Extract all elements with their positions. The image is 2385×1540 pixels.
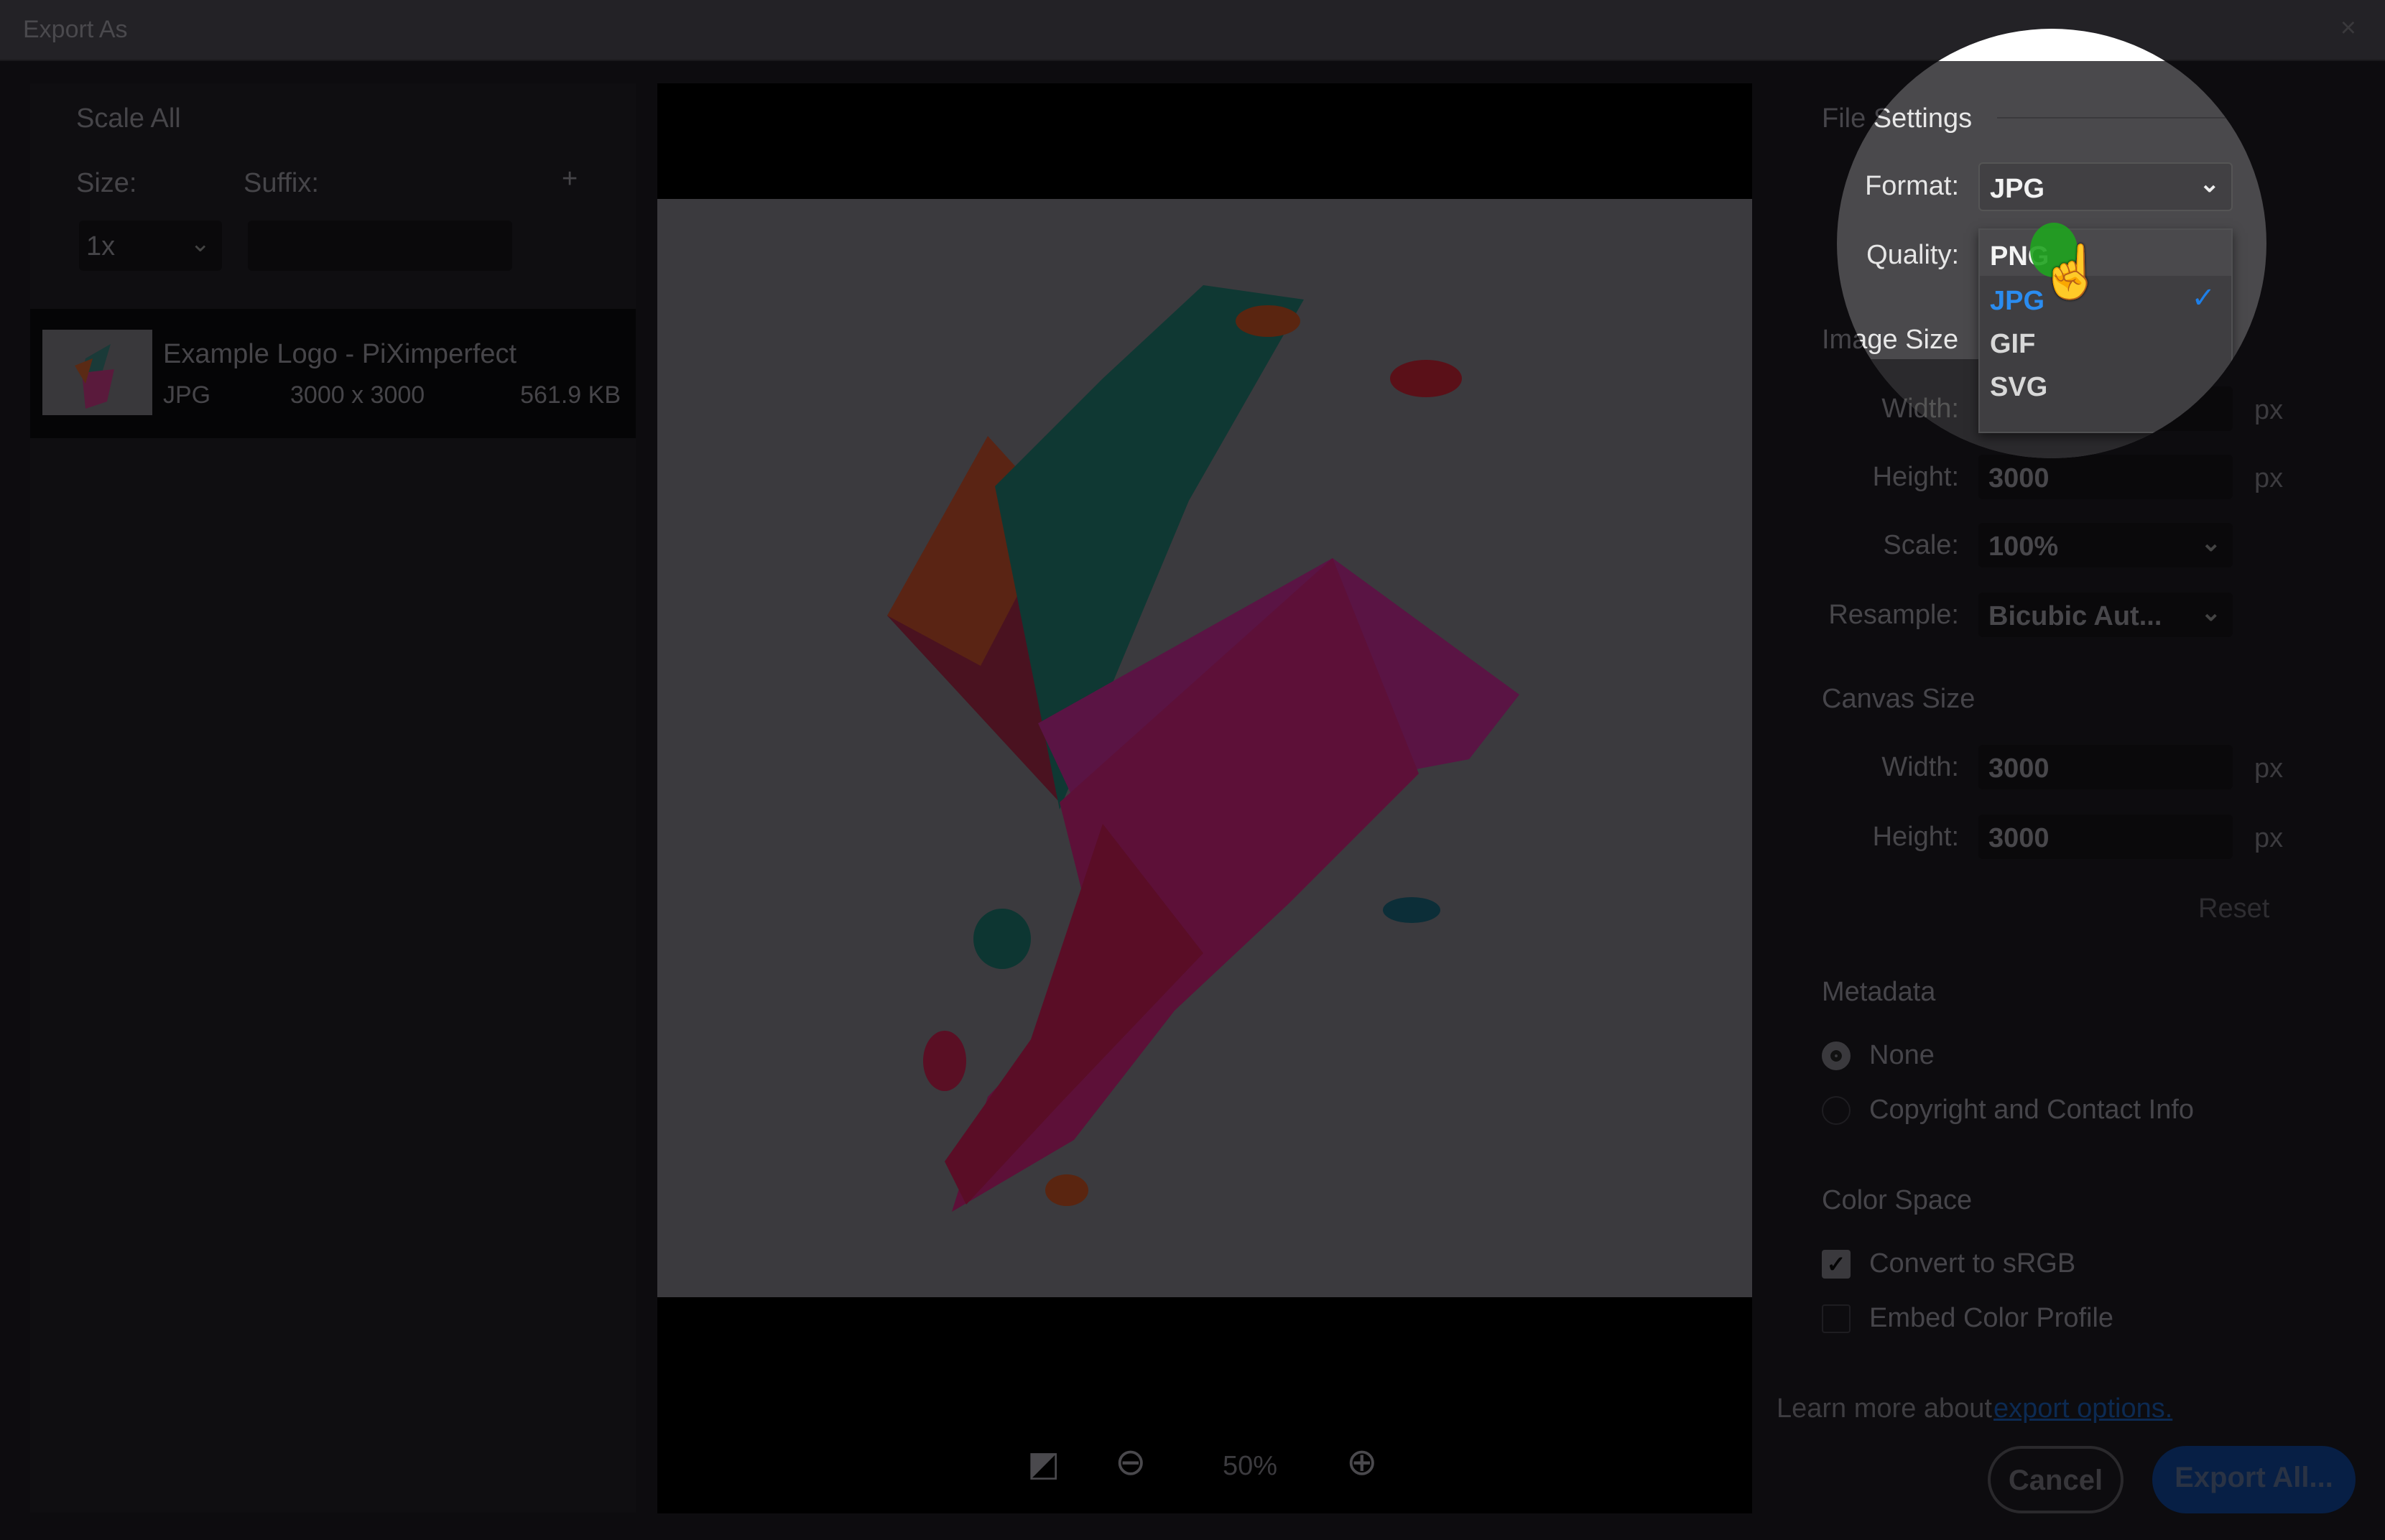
canvas-width-input[interactable]: 3000 bbox=[1978, 745, 2233, 789]
scale-label: Scale: bbox=[1883, 530, 1959, 560]
format-option-png[interactable]: PNG bbox=[1980, 230, 2231, 276]
metadata-none-label: None bbox=[1869, 1040, 1935, 1070]
format-label: Format: bbox=[1865, 171, 1959, 201]
size-label: Size: bbox=[76, 168, 137, 198]
chevron-down-icon: ⌄ bbox=[190, 230, 211, 257]
color-space-title: Color Space bbox=[1822, 1185, 1973, 1215]
image-height-input[interactable]: 3000 bbox=[1978, 455, 2233, 499]
file-dimensions: 3000 x 3000 bbox=[290, 381, 425, 409]
convert-srgb-label: Convert to sRGB bbox=[1869, 1248, 2076, 1279]
size-select[interactable]: 1x ⌄ bbox=[79, 221, 222, 271]
zoom-in-icon[interactable]: ⊕ bbox=[1346, 1441, 1378, 1484]
scale-all-title: Scale All bbox=[76, 103, 181, 134]
preview-image bbox=[657, 199, 1752, 1297]
image-height-label: Height: bbox=[1872, 462, 1959, 492]
export-options-link[interactable]: export options. bbox=[1993, 1393, 2172, 1424]
window-title: Export As bbox=[23, 16, 128, 43]
canvas-height-input[interactable]: 3000 bbox=[1978, 815, 2233, 859]
suffix-label: Suffix: bbox=[244, 168, 319, 198]
image-width-unit: px bbox=[2254, 395, 2284, 425]
file-thumbnail bbox=[42, 330, 152, 415]
add-scale-icon[interactable]: + bbox=[562, 164, 578, 195]
scale-value: 100% bbox=[1988, 532, 2059, 562]
reset-button[interactable]: Reset bbox=[2198, 894, 2269, 924]
hand-cursor-icon: ☝ bbox=[2039, 243, 2103, 301]
option-label: GIF bbox=[1990, 329, 2036, 359]
file-list-item[interactable]: Example Logo - PiXimperfect JPG 3000 x 3… bbox=[30, 309, 636, 438]
radio-none[interactable] bbox=[1822, 1042, 1851, 1070]
format-value: JPG bbox=[1990, 174, 2045, 204]
learn-more-text: Learn more about bbox=[1777, 1393, 1992, 1424]
image-height-unit: px bbox=[2254, 463, 2284, 493]
file-name: Example Logo - PiXimperfect bbox=[163, 339, 517, 369]
scale-select[interactable]: 100% ⌄ bbox=[1978, 523, 2233, 567]
zoom-out-icon[interactable]: ⊖ bbox=[1115, 1441, 1147, 1484]
canvas-width-label: Width: bbox=[1881, 752, 1959, 782]
format-option-svg[interactable]: SVG bbox=[1980, 363, 2231, 405]
canvas-width-unit: px bbox=[2254, 753, 2284, 784]
logo-artwork bbox=[887, 285, 1519, 1212]
chevron-down-icon: ⌄ bbox=[2200, 599, 2222, 626]
format-option-jpg[interactable]: JPG ✓ bbox=[1980, 277, 2231, 319]
format-select[interactable]: JPG ⌄ bbox=[1978, 162, 2233, 211]
size-value: 1x bbox=[86, 231, 116, 261]
format-option-gif[interactable]: GIF bbox=[1980, 320, 2231, 362]
checkmark-icon: ✓ bbox=[2191, 282, 2215, 314]
embed-profile-label: Embed Color Profile bbox=[1869, 1303, 2114, 1333]
close-icon[interactable]: × bbox=[2340, 13, 2356, 44]
chevron-down-icon: ⌄ bbox=[2200, 529, 2222, 557]
canvas-height-label: Height: bbox=[1872, 822, 1959, 852]
convert-srgb-checkbox[interactable]: ✓ bbox=[1822, 1250, 1851, 1279]
resample-select[interactable]: Bicubic Aut... ⌄ bbox=[1978, 593, 2233, 637]
export-all-button[interactable]: Export All... bbox=[2152, 1446, 2356, 1513]
metadata-title: Metadata bbox=[1822, 977, 1936, 1007]
option-label: SVG bbox=[1990, 372, 2048, 402]
file-format: JPG bbox=[163, 381, 211, 409]
metadata-copyright-label: Copyright and Contact Info bbox=[1869, 1095, 2195, 1125]
chevron-down-icon: ⌄ bbox=[2199, 170, 2220, 198]
radio-copyright[interactable] bbox=[1822, 1096, 1851, 1125]
zoom-level: 50% bbox=[1223, 1451, 1278, 1481]
quality-label: Quality: bbox=[1866, 240, 1959, 270]
cancel-button[interactable]: Cancel bbox=[1988, 1446, 2124, 1513]
scale-all-panel bbox=[30, 83, 636, 1513]
format-dropdown-menu: PNG JPG ✓ GIF SVG bbox=[1978, 228, 2233, 433]
file-size: 561.9 KB bbox=[520, 381, 621, 409]
suffix-input[interactable] bbox=[248, 221, 512, 271]
canvas-size-title: Canvas Size bbox=[1822, 684, 1976, 714]
embed-profile-checkbox[interactable] bbox=[1822, 1304, 1851, 1333]
resample-label: Resample: bbox=[1828, 600, 1959, 630]
option-label: JPG bbox=[1990, 286, 2045, 316]
fit-to-view-icon[interactable]: ◩ bbox=[1027, 1444, 1060, 1484]
resample-value: Bicubic Aut... bbox=[1988, 601, 2162, 631]
canvas-height-unit: px bbox=[2254, 823, 2284, 853]
